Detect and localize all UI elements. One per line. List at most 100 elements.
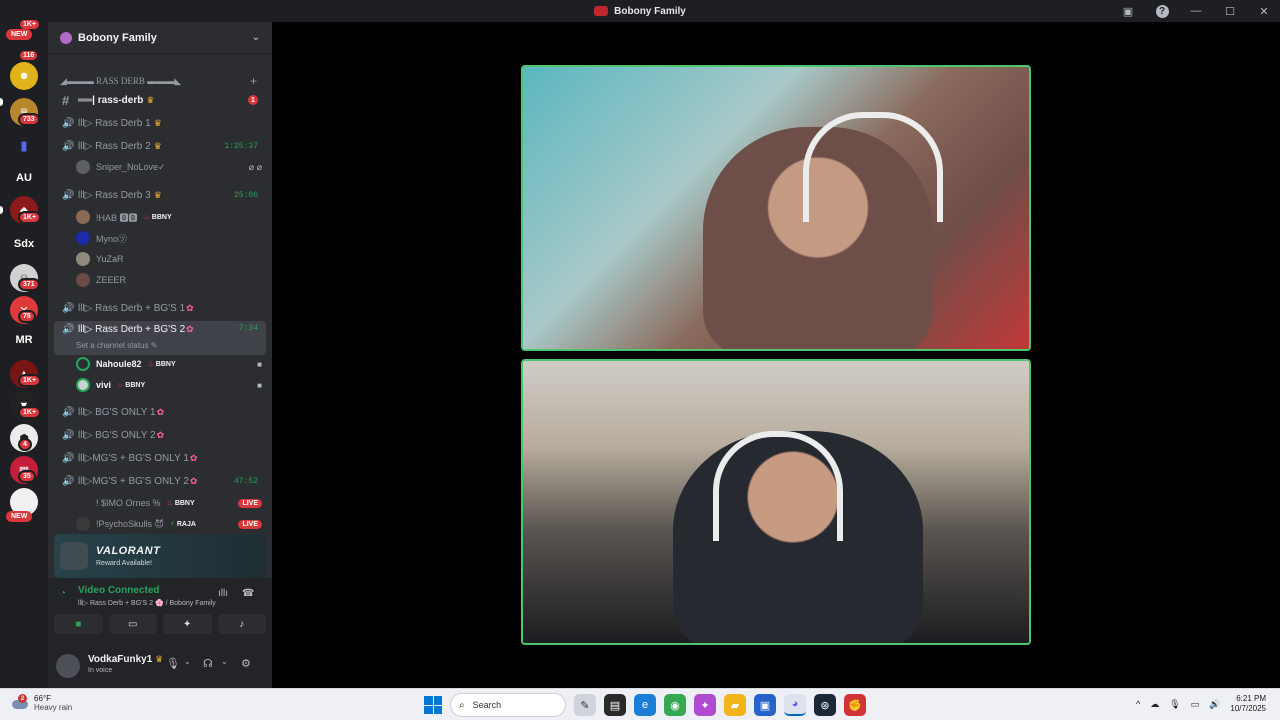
chevron-down-icon[interactable]: ⌄	[252, 32, 260, 43]
server-icon-1[interactable]: ☻	[10, 62, 38, 90]
avatar	[76, 231, 90, 245]
channel-name: lll▷MG'S + BG'S ONLY 1	[78, 452, 189, 464]
member-name: !HAB 🅱🅱	[96, 212, 138, 223]
close-button[interactable]: ✕	[1256, 3, 1272, 19]
video-tile-2[interactable]	[521, 359, 1031, 645]
soundboard-button[interactable]: ♪	[217, 614, 266, 634]
call-timer: 25:06	[233, 190, 258, 200]
server-badge: 371	[18, 278, 40, 291]
crown-icon: ♛	[153, 189, 162, 200]
voice-channel[interactable]: 🔊 lll▷ Rass Derb 2 ♛ 1:25:37	[54, 136, 266, 156]
avatar	[76, 273, 90, 287]
voice-status[interactable]: Video Connected	[78, 585, 160, 596]
category-name: ◢▬▬▬ RASS DERB ▬▬▬◣	[60, 76, 182, 86]
voice-member[interactable]: Nahoule82 ♨ BBNY ■	[76, 355, 262, 373]
chevron-down-icon[interactable]: ⌄	[184, 657, 191, 666]
activities-button[interactable]: ✦	[163, 614, 212, 634]
voice-member[interactable]: vivi ♨ BBNY ■	[76, 376, 262, 394]
volume-icon[interactable]: 🔊	[1209, 699, 1220, 710]
voice-member[interactable]: !HAB 🅱🅱 ♨ BBNY	[76, 208, 262, 226]
disconnect-icon[interactable]: ☎	[242, 588, 254, 599]
server-badge: 1K+	[18, 374, 42, 387]
chevron-down-icon[interactable]: ⌄	[221, 657, 228, 666]
user-avatar[interactable]	[56, 654, 80, 678]
headphones-icon[interactable]: ☊	[203, 657, 213, 670]
gear-icon[interactable]: ⚙	[241, 657, 251, 670]
member-tag: ♨ BBNY	[147, 361, 176, 368]
channel-name: lll▷ Rass Derb 2	[78, 140, 151, 152]
add-channel-icon[interactable]: +	[250, 74, 257, 88]
set-channel-status[interactable]: Set a channel status ✎	[76, 341, 157, 350]
taskbar-search[interactable]: ⌕ Search	[450, 693, 566, 717]
valorant-promo[interactable]: VALORANT Reward Available!	[54, 534, 266, 578]
voice-location[interactable]: lll▷ Rass Derb + BG'S 2 🌸 / Bobony Famil…	[78, 599, 216, 607]
copilot-icon[interactable]: ✦	[694, 694, 716, 716]
steam-icon[interactable]: ⊛	[814, 694, 836, 716]
channel-name: ══| rass-derb	[78, 94, 144, 106]
voice-channel[interactable]: 🔊 lll▷MG'S + BG'S ONLY 1 ✿	[54, 448, 266, 468]
member-tag: ♨ BBNY	[117, 382, 146, 389]
discord-icon[interactable]: ◕	[784, 694, 806, 716]
voice-channel[interactable]: 🔊 lll▷ BG'S ONLY 1 ✿	[54, 402, 266, 422]
windows-start-icon[interactable]	[424, 696, 442, 714]
server-icon-mr[interactable]: MR	[10, 326, 38, 354]
voice-channel[interactable]: 🔊 lll▷ Rass Derb + BG'S 1 ✿	[54, 298, 266, 318]
window-title: Bobony Family	[614, 5, 686, 17]
voice-channel[interactable]: 🔊 lll▷ Rass Derb 3 ♛ 25:06	[54, 185, 266, 205]
edge-icon[interactable]: e	[634, 694, 656, 716]
channel-text-rass-derb[interactable]: # ══| rass-derb ♛ 1	[54, 90, 266, 110]
video-tile-1[interactable]	[521, 65, 1031, 351]
task-view-icon[interactable]: ▤	[604, 694, 626, 716]
voice-member[interactable]: YuZaR	[76, 250, 262, 268]
search-icon: ⌕	[459, 699, 465, 711]
server-icon-sdx[interactable]: Sdx	[10, 230, 38, 258]
channel-list: ◢▬▬▬ RASS DERB ▬▬▬◣ + # ══| rass-derb ♛ 1…	[48, 54, 272, 534]
chrome-icon[interactable]: ◉	[664, 694, 686, 716]
screen-share-button[interactable]: ▭	[108, 614, 157, 634]
camera-button[interactable]: ■	[54, 614, 103, 634]
microphone-icon[interactable]: 🎙	[1169, 699, 1180, 710]
inbox-icon[interactable]: ▣	[1120, 3, 1136, 19]
onedrive-icon[interactable]: ☁	[1150, 699, 1159, 710]
guild-header[interactable]: Bobony Family ⌄	[48, 22, 272, 54]
voice-channel[interactable]: 🔊 lll▷ BG'S ONLY 2 ✿	[54, 425, 266, 445]
file-explorer-icon[interactable]: ▰	[724, 694, 746, 716]
new-pill[interactable]: NEW	[6, 29, 33, 40]
folder-icon[interactable]: ▮	[10, 132, 38, 160]
weather-widget[interactable]: 2 66°F Heavy rain	[12, 694, 72, 712]
avatar	[76, 160, 90, 174]
system-clock[interactable]: 6:21 PM 10/7/2025	[1230, 694, 1266, 714]
voice-channel[interactable]: 🔊 lll▷ Rass Derb 1 ♛	[54, 113, 266, 133]
voice-member[interactable]: Sniper_NoLove✓ ⌀ ⌀	[76, 158, 262, 176]
channel-name: lll▷ Rass Derb 1	[78, 117, 151, 129]
voice-channel[interactable]: 🔊 lll▷MG'S + BG'S ONLY 2 ✿ 47:52	[54, 471, 266, 491]
microphone-icon[interactable]: 🎙	[166, 657, 180, 670]
widget-icon[interactable]: ✎	[574, 694, 596, 716]
speaker-icon: 🔊	[62, 475, 75, 487]
voice-member[interactable]: ZEEER	[76, 271, 262, 289]
member-name: !PsychoSkulls 😈	[96, 518, 164, 529]
voice-member[interactable]: !PsychoSkulls 😈 ⚡ RAJA LIVE	[76, 515, 262, 533]
crown-icon: ♛	[155, 654, 164, 664]
help-icon[interactable]: ?	[1154, 3, 1170, 19]
network-icon[interactable]: ▭	[1191, 699, 1200, 710]
live-badge: LIVE	[238, 498, 262, 508]
category-header[interactable]: ◢▬▬▬ RASS DERB ▬▬▬◣ +	[60, 74, 257, 88]
chevron-up-icon[interactable]: ^	[1136, 699, 1140, 709]
speaker-icon: 🔊	[62, 324, 75, 335]
store-icon[interactable]: ▣	[754, 694, 776, 716]
voice-member[interactable]: Myno㋡	[76, 229, 262, 247]
voice-member[interactable]: ! $IMO Ornes % ♨ BBNY LIVE	[76, 494, 262, 512]
noise-suppression-icon[interactable]: ıllı	[218, 588, 228, 599]
crown-icon: ♛	[153, 117, 162, 128]
maximize-button[interactable]: ☐	[1222, 3, 1238, 19]
new-pill[interactable]: NEW	[6, 511, 33, 522]
member-tag: ⚡ RAJA	[169, 521, 196, 528]
hash-icon: #	[62, 92, 70, 108]
riot-icon[interactable]: ✊	[844, 694, 866, 716]
user-name[interactable]: VodkaFunky1 ♛	[88, 654, 163, 665]
member-name: Sniper_NoLove✓	[96, 161, 166, 172]
speaker-icon: 🔊	[62, 189, 75, 201]
server-icon-au[interactable]: AU	[10, 164, 38, 192]
minimize-button[interactable]: —	[1188, 3, 1204, 19]
